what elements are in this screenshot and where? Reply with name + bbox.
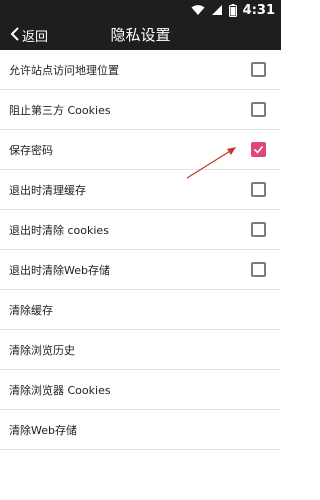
settings-row[interactable]: 退出时清除Web存储 (0, 250, 281, 290)
settings-row-label: 保存密码 (9, 143, 53, 157)
settings-row-label: 清除Web存储 (9, 423, 77, 437)
settings-row-label: 清除缓存 (9, 303, 53, 317)
settings-row-label: 允许站点访问地理位置 (9, 63, 119, 77)
settings-list: 允许站点访问地理位置 阻止第三方 Cookies 保存密码退出时清理缓存退出时清除 … (0, 50, 281, 450)
settings-row-label: 清除浏览器 Cookies (9, 383, 111, 397)
settings-row[interactable]: 退出时清除 cookies (0, 210, 281, 250)
settings-row[interactable]: 阻止第三方 Cookies (0, 90, 281, 130)
settings-row[interactable]: 清除浏览历史 (0, 330, 281, 370)
settings-row-label: 退出时清除 cookies (9, 223, 109, 237)
settings-row-label: 阻止第三方 Cookies (9, 103, 111, 117)
checkbox[interactable] (251, 102, 266, 117)
settings-row-label: 退出时清除Web存储 (9, 263, 110, 277)
settings-row[interactable]: 清除缓存 (0, 290, 281, 330)
watermark (170, 0, 270, 60)
checkbox[interactable] (251, 182, 266, 197)
settings-row[interactable]: 清除Web存储 (0, 410, 281, 450)
checkbox-checked[interactable] (251, 142, 266, 157)
settings-row[interactable]: 清除浏览器 Cookies (0, 370, 281, 410)
settings-row-label: 退出时清理缓存 (9, 183, 86, 197)
checkbox[interactable] (251, 62, 266, 77)
settings-row-label: 清除浏览历史 (9, 343, 75, 357)
checkbox[interactable] (251, 262, 266, 277)
checkbox[interactable] (251, 222, 266, 237)
annotation-arrow (180, 140, 240, 184)
